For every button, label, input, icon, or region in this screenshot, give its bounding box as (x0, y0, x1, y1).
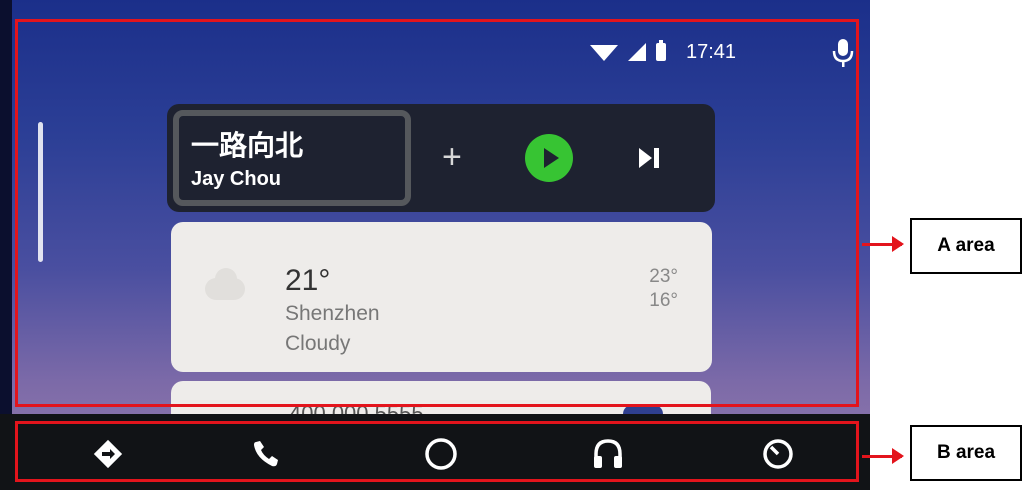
area-b-label: B area (910, 425, 1022, 481)
area-b-highlight (15, 421, 859, 482)
area-a-label: A area (910, 218, 1022, 274)
area-a-arrow (862, 236, 904, 252)
area-b-arrow (862, 448, 904, 464)
area-a-highlight (15, 19, 859, 407)
